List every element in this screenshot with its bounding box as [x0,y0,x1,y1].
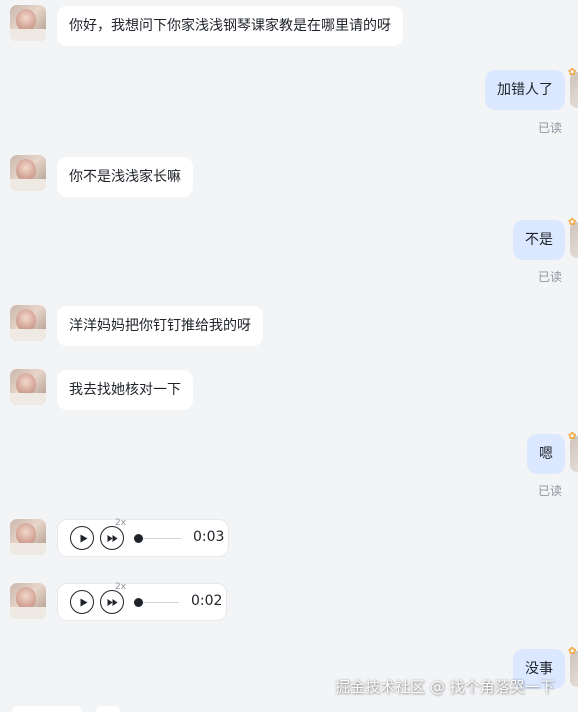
progress-handle[interactable] [134,534,143,543]
message-bubble[interactable]: 你不是浅浅家长嘛 [57,157,193,197]
speed-label: 2x [115,518,127,528]
fast-forward-icon [107,535,118,542]
watermark: 掘金技术社区 @ 找个角落哭一下 [335,678,555,696]
progress-track[interactable] [143,602,179,603]
read-status: 已读 [538,270,563,284]
message-bubble-partial [96,706,120,712]
progress-track[interactable] [143,538,181,539]
read-status: 已读 [538,484,563,498]
play-button[interactable] [70,526,94,550]
read-status: 已读 [538,121,563,135]
message-bubble[interactable]: 我去找她核对一下 [57,370,193,410]
speed-label: 2x [115,582,127,592]
avatar[interactable] [10,519,46,555]
message-bubble[interactable]: 嗯 [527,434,565,474]
avatar[interactable] [10,369,46,405]
avatar[interactable] [10,5,46,41]
sparkle-icon: ✿ [568,217,577,228]
playback-speed-button[interactable] [100,590,124,614]
sparkle-icon: ✿ [568,67,577,78]
avatar[interactable] [10,305,46,341]
message-bubble[interactable]: 加错人了 [485,70,565,110]
fast-forward-icon [107,599,118,606]
voice-message: 2x 0:03 [57,518,229,557]
play-icon [80,598,88,607]
sparkle-icon: ✿ [568,431,577,442]
sparkle-icon: ✿ [568,646,577,657]
playback-speed-button[interactable] [100,526,124,550]
message-bubble[interactable]: 你好，我想问下你家浅浅钢琴课家教是在哪里请的呀 [57,6,403,46]
avatar[interactable] [10,155,46,191]
message-bubble[interactable]: 洋洋妈妈把你钉钉推给我的呀 [57,306,263,346]
voice-duration: 0:02 [191,593,223,609]
voice-duration: 0:03 [193,529,225,545]
avatar[interactable] [10,583,46,619]
message-bubble[interactable]: 不是 [513,220,565,260]
chat-message-list[interactable]: 你好，我想问下你家浅浅钢琴课家教是在哪里请的呀 加错人了 ✿ 已读 你不是浅浅家… [0,0,578,712]
progress-handle[interactable] [134,598,143,607]
message-bubble-partial [12,706,82,712]
play-icon [80,534,88,543]
voice-message: 2x 0:02 [57,582,227,621]
play-button[interactable] [70,590,94,614]
